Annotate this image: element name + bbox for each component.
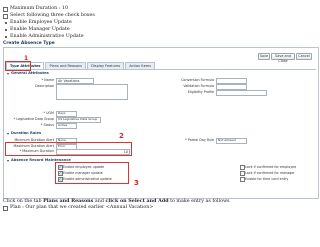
eligibility-profile-select[interactable] (216, 90, 267, 96)
validation-formula-select[interactable] (216, 84, 247, 90)
tab-action-items[interactable]: Action Items (125, 62, 156, 69)
legislative-data-group-label: * Legislative Data Group (13, 117, 54, 121)
eligibility-profile-label: Eligibility Profile (187, 90, 214, 94)
lock-if-confirmed-employee-checkbox[interactable] (240, 165, 245, 170)
conversion-formula-label: Conversion Formula (181, 78, 214, 82)
legislative-data-group-select[interactable]: US Legislative Data Group (56, 117, 101, 123)
enable-time-card-entry-checkbox[interactable] (240, 177, 245, 182)
bullet-text: Enable Manager Update (10, 27, 70, 32)
collapse-triangle-icon[interactable] (7, 73, 9, 75)
name-label: * Name (41, 78, 54, 82)
general-attributes-header: General Attributes (11, 71, 49, 75)
bullet-text: Maximum Duration : 10 (10, 6, 69, 11)
bullet-text: Enable Administrative Update (10, 34, 84, 39)
enable-time-card-entry-label: Enable for time card entry (245, 176, 289, 181)
tab-display-features[interactable]: Display Features (87, 62, 125, 69)
bullet-plan: Plan : Our plan that we created earlier … (3, 205, 153, 211)
partial-day-rule-select[interactable]: Not allowed (216, 138, 247, 144)
square-bullet-icon (3, 205, 8, 211)
bullet-text: Select following three check boxes (10, 13, 95, 18)
name-value: Air Vacations (58, 78, 80, 83)
callout-number-1: 1 (24, 55, 29, 62)
status-select[interactable]: Active (56, 123, 77, 129)
dot-bullet-icon (5, 29, 7, 31)
tab-plans-and-reasons[interactable]: Plans and Reasons (45, 62, 87, 69)
lock-if-confirmed-manager-checkbox[interactable] (240, 171, 245, 176)
callout-box-3 (55, 162, 129, 184)
callout-box-1 (5, 61, 31, 71)
tab-divider (6, 69, 316, 70)
dot-bullet-icon (5, 36, 7, 38)
save-button[interactable]: Save (258, 53, 270, 60)
description-textarea[interactable] (56, 84, 128, 100)
square-bullet-icon (3, 13, 8, 19)
collapse-triangle-icon[interactable] (7, 133, 9, 135)
bullet-text: Enable Employee Update (10, 20, 72, 25)
callout-box-2 (5, 142, 132, 156)
bullet-text: Plan : Our plan that we created earlier … (10, 205, 154, 210)
dot-bullet-icon (5, 22, 7, 24)
collapse-triangle-icon[interactable] (7, 160, 9, 162)
callout-number-2: 2 (119, 132, 124, 140)
lock-if-confirmed-employee-label: Lock if confirmed for employee (245, 164, 297, 169)
instruction-text: Click on the tab (3, 199, 44, 204)
instruction-text: to make entry as follows (168, 199, 230, 204)
callout-number-3: 3 (134, 179, 139, 187)
status-label: * Status (40, 123, 54, 127)
uom-select[interactable]: Days (56, 111, 77, 117)
save-and-close-button[interactable]: Save and Close (271, 53, 295, 63)
sub-bullet-2: Enable Manager Update (3, 27, 70, 33)
bullet-select-following: Select following three check boxes (3, 13, 95, 19)
sub-bullet-1: Enable Employee Update (3, 20, 72, 26)
absence-type-form: Save Save and Close Cancel Type Attribut… (3, 47, 319, 199)
cancel-button[interactable]: Cancel (296, 53, 312, 60)
square-bullet-icon (3, 6, 8, 12)
conversion-formula-select[interactable] (216, 78, 247, 84)
description-label: Description (35, 84, 54, 88)
partial-day-rule-label: * Partial Day Rule (185, 138, 214, 142)
lock-if-confirmed-manager-label: Lock if confirmed for manager (245, 170, 295, 175)
instruction-bold-plans: Plans and Reasons (43, 198, 94, 204)
name-input[interactable]: Air Vacations (56, 78, 94, 84)
instruction-bold-select: click on Select and Add (105, 198, 169, 204)
bullet-max-duration: Maximum Duration : 10 (3, 6, 68, 12)
instruction-line-1: Click on the tab Plans and Reasons and c… (3, 198, 230, 205)
duration-rules-header: Duration Rules (11, 131, 42, 135)
sub-bullet-3: Enable Administrative Update (3, 34, 84, 40)
uom-label: * UOM (43, 111, 54, 115)
instruction-text: and (93, 199, 106, 204)
validation-formula-label: Validation Formula (183, 84, 214, 88)
